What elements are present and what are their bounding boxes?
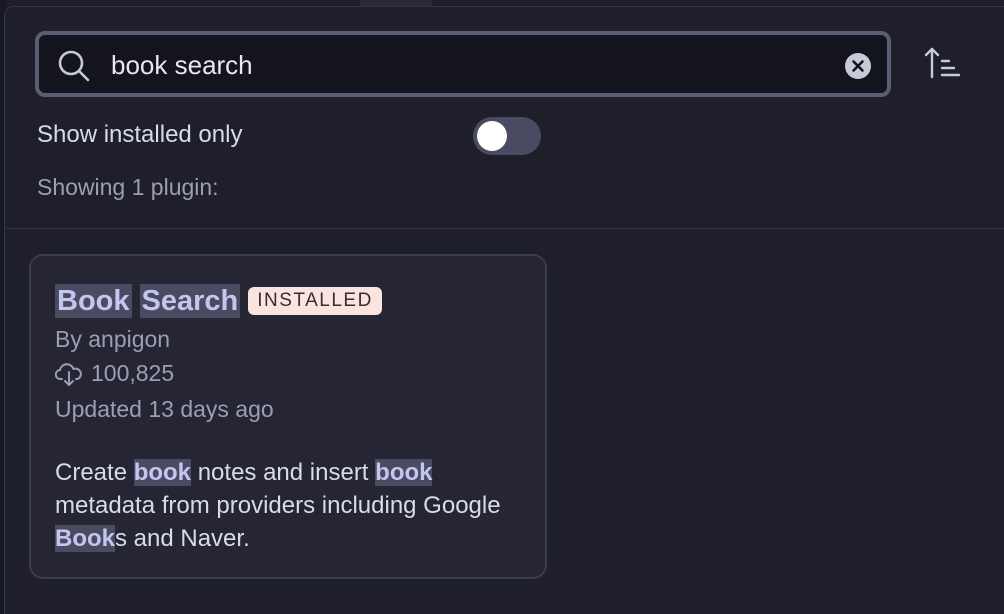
description-highlight: book bbox=[375, 459, 433, 486]
plugin-card[interactable]: Book Search INSTALLED By anpigon 100,825… bbox=[29, 254, 547, 579]
search-input[interactable] bbox=[111, 45, 811, 85]
search-icon bbox=[58, 50, 90, 82]
installed-only-toggle[interactable] bbox=[473, 117, 541, 155]
description-highlight: Book bbox=[55, 525, 115, 552]
clear-icon[interactable] bbox=[845, 53, 871, 79]
search-box[interactable] bbox=[35, 31, 891, 97]
description-text: Create bbox=[55, 459, 134, 486]
plugin-title-word: Book bbox=[55, 284, 132, 318]
toggle-knob bbox=[477, 121, 507, 151]
plugin-title: Book Search INSTALLED bbox=[55, 284, 382, 318]
downloads-row: 100,825 bbox=[55, 360, 174, 387]
description-text: notes and insert bbox=[191, 459, 376, 486]
sort-ascending-icon[interactable] bbox=[923, 45, 963, 81]
download-cloud-icon bbox=[55, 362, 82, 386]
plugin-description: Create book notes and insert book metada… bbox=[55, 456, 525, 555]
results-count: Showing 1 plugin: bbox=[37, 174, 219, 200]
plugin-downloads: 100,825 bbox=[91, 360, 175, 386]
description-highlight: book bbox=[133, 459, 192, 486]
plugin-browser-panel: Show installed only Showing 1 plugin: Bo… bbox=[4, 6, 1004, 614]
plugin-title-word: Search bbox=[139, 284, 241, 318]
divider bbox=[5, 228, 1004, 229]
plugin-author: By anpigon bbox=[55, 326, 171, 352]
description-text: s and Naver. bbox=[115, 525, 250, 552]
installed-only-label: Show installed only bbox=[37, 121, 243, 148]
plugin-updated: Updated 13 days ago bbox=[55, 396, 274, 422]
installed-badge: INSTALLED bbox=[248, 287, 382, 315]
description-text: metadata from providers including Google bbox=[55, 492, 501, 519]
